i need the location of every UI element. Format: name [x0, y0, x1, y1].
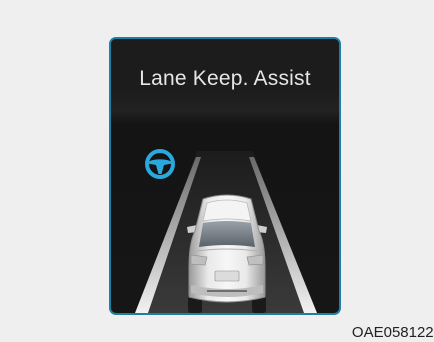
- figure-code: OAE058122L: [351, 324, 434, 341]
- cluster-display-screen: Lane Keep. Assist: [111, 39, 339, 313]
- right-tail-light: [246, 254, 264, 266]
- cluster-display-frame: Lane Keep. Assist: [109, 37, 341, 315]
- license-plate: [214, 270, 240, 282]
- car-roof: [202, 199, 252, 222]
- left-tail-light: [190, 254, 208, 266]
- rear-window: [199, 221, 255, 247]
- steering-wheel-icon: [145, 149, 175, 179]
- vehicle-rear-view-icon: [187, 194, 267, 313]
